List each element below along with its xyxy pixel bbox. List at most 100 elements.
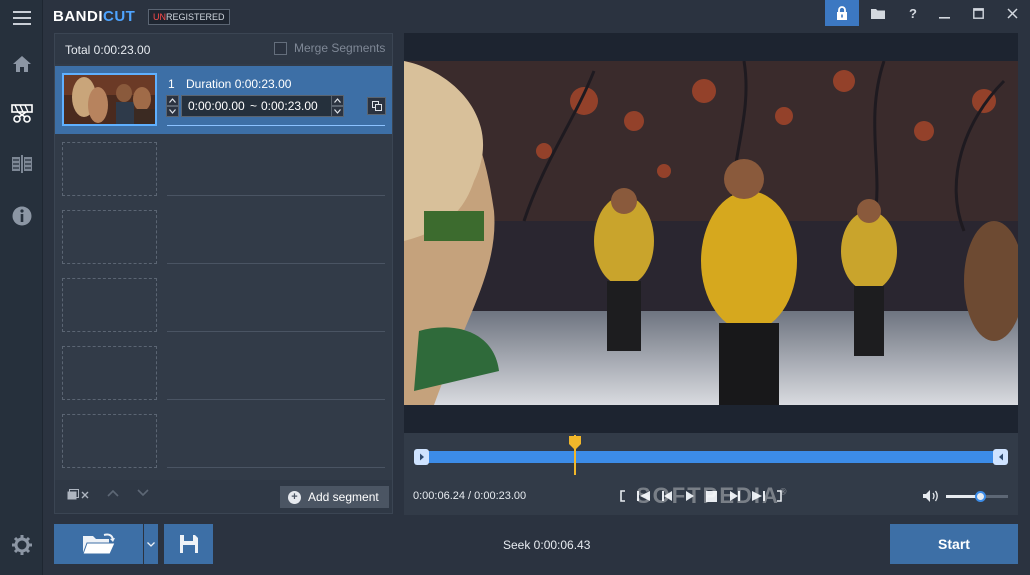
settings-button[interactable] — [0, 527, 43, 563]
slot-divider — [167, 399, 385, 400]
left-sidebar — [0, 0, 43, 575]
copy-segment-button[interactable] — [367, 97, 386, 115]
remove-all-segments-button[interactable] — [67, 489, 91, 501]
cut-icon — [10, 104, 33, 123]
total-duration: Total 0:00:23.00 — [65, 43, 151, 57]
segment-thumbnail — [62, 73, 157, 126]
segment-time-range[interactable]: 0:00:00.00 ~ 0:00:23.00 — [181, 95, 344, 117]
segment-item[interactable]: 1 Duration 0:00:23.00 0:00:00.00 ~ 0:00:… — [55, 66, 392, 134]
add-segment-button[interactable]: + Add segment — [280, 486, 389, 508]
chevron-up-icon — [334, 98, 341, 103]
watermark-text: SOFTPEDIA — [636, 483, 780, 508]
volume-knob[interactable] — [975, 491, 987, 502]
maximize-icon — [972, 7, 984, 19]
save-button[interactable] — [164, 524, 213, 564]
join-mode-button[interactable] — [0, 146, 43, 182]
lock-button[interactable] — [825, 0, 859, 26]
video-frame — [404, 61, 1018, 405]
app-logo: BANDICUT — [53, 8, 135, 25]
help-button[interactable]: ? — [896, 0, 930, 26]
chevron-left-icon — [998, 453, 1003, 461]
checkbox-box[interactable] — [274, 41, 287, 55]
set-end-marker-button[interactable] — [993, 449, 1008, 465]
plus-icon: + — [288, 490, 301, 504]
add-segment-label: Add segment — [308, 490, 379, 504]
minimize-button[interactable] — [927, 0, 961, 26]
minimize-icon — [938, 16, 950, 19]
start-decrement-button[interactable] — [166, 106, 179, 117]
set-start-marker-button[interactable] — [414, 449, 429, 465]
chevron-up-icon — [107, 489, 119, 497]
segment-underline — [167, 125, 385, 126]
lock-icon — [837, 6, 847, 20]
help-icon: ? — [909, 5, 917, 21]
unregistered-badge: UNREGISTERED — [148, 9, 230, 25]
open-options-dropdown[interactable] — [144, 524, 158, 564]
info-button[interactable] — [0, 198, 43, 234]
slot-divider — [167, 331, 385, 332]
close-button[interactable] — [995, 0, 1029, 26]
settings-icon — [11, 535, 32, 555]
empty-segment-slot — [62, 346, 157, 400]
segments-header: Total 0:00:23.00 Merge Segments — [55, 34, 392, 64]
playback-timecode: 0:00:06.24 / 0:00:23.00 — [413, 490, 527, 502]
chevron-down-icon — [147, 541, 155, 547]
home-button[interactable] — [0, 46, 43, 82]
close-icon — [1006, 7, 1018, 19]
menu-icon — [12, 11, 31, 25]
bracket-start-icon — [620, 490, 625, 502]
video-preview[interactable] — [404, 33, 1018, 433]
logo-main: BANDI — [53, 8, 103, 25]
start-button[interactable]: Start — [890, 524, 1018, 564]
move-down-button[interactable] — [137, 489, 149, 497]
chevron-down-icon — [334, 109, 341, 114]
chevron-right-icon — [419, 453, 424, 461]
title-bar: BANDICUT UNREGISTERED ? — [43, 0, 1030, 32]
timeline-panel: 0:00:06.24 / 0:00:23.00 SOFTPEDIA® — [404, 433, 1018, 515]
logo-accent: CUT — [103, 8, 136, 25]
slot-divider — [167, 467, 385, 468]
folder-icon — [871, 8, 885, 19]
start-increment-button[interactable] — [166, 95, 179, 106]
menu-button[interactable] — [0, 0, 43, 36]
segment-index: 1 — [168, 77, 175, 91]
volume-icon[interactable] — [922, 489, 940, 503]
segment-start-time[interactable]: 0:00:00.00 — [188, 96, 245, 116]
segments-panel: Total 0:00:23.00 Merge Segments 1 Durati… — [54, 33, 393, 514]
segments-footer: + Add segment — [55, 480, 392, 513]
end-increment-button[interactable] — [331, 95, 344, 106]
chevron-down-icon — [137, 489, 149, 497]
softpedia-watermark: SOFTPEDIA® — [636, 483, 789, 509]
slot-divider — [167, 263, 385, 264]
open-folder-icon — [81, 533, 116, 555]
home-icon — [12, 56, 31, 72]
empty-segment-slot — [62, 142, 157, 196]
slot-divider — [167, 195, 385, 196]
merge-segments-checkbox[interactable]: Merge Segments — [274, 41, 385, 55]
empty-segment-slot — [62, 210, 157, 264]
badge-text: REGISTERED — [166, 12, 225, 22]
badge-red-text: UN — [153, 12, 166, 22]
cut-mode-button[interactable] — [0, 96, 43, 132]
volume-slider[interactable] — [946, 491, 1008, 502]
end-decrement-button[interactable] — [331, 106, 344, 117]
segment-duration: Duration 0:00:23.00 — [186, 77, 292, 91]
seek-position: Seek 0:00:06.43 — [503, 538, 591, 552]
move-up-button[interactable] — [107, 489, 119, 497]
copy-icon — [371, 101, 382, 111]
delete-segments-icon — [67, 489, 89, 500]
playhead-handle-icon[interactable] — [568, 436, 581, 450]
timeline-track[interactable] — [414, 451, 1008, 463]
segment-end-time[interactable]: 0:00:23.00 — [261, 96, 318, 116]
open-file-button[interactable] — [54, 524, 143, 564]
chevron-down-icon — [169, 109, 176, 114]
info-icon — [12, 206, 31, 226]
bandicut-window: BANDICUT UNREGISTERED ? Total 0:00:23.00… — [0, 0, 1030, 575]
join-icon — [11, 155, 32, 173]
set-start-button[interactable] — [620, 489, 626, 503]
maximize-button[interactable] — [961, 0, 995, 26]
watermark-mark: ® — [779, 486, 789, 497]
merge-segments-label: Merge Segments — [294, 41, 386, 55]
thumbnail-image — [64, 75, 155, 124]
output-folder-button[interactable] — [861, 0, 895, 26]
